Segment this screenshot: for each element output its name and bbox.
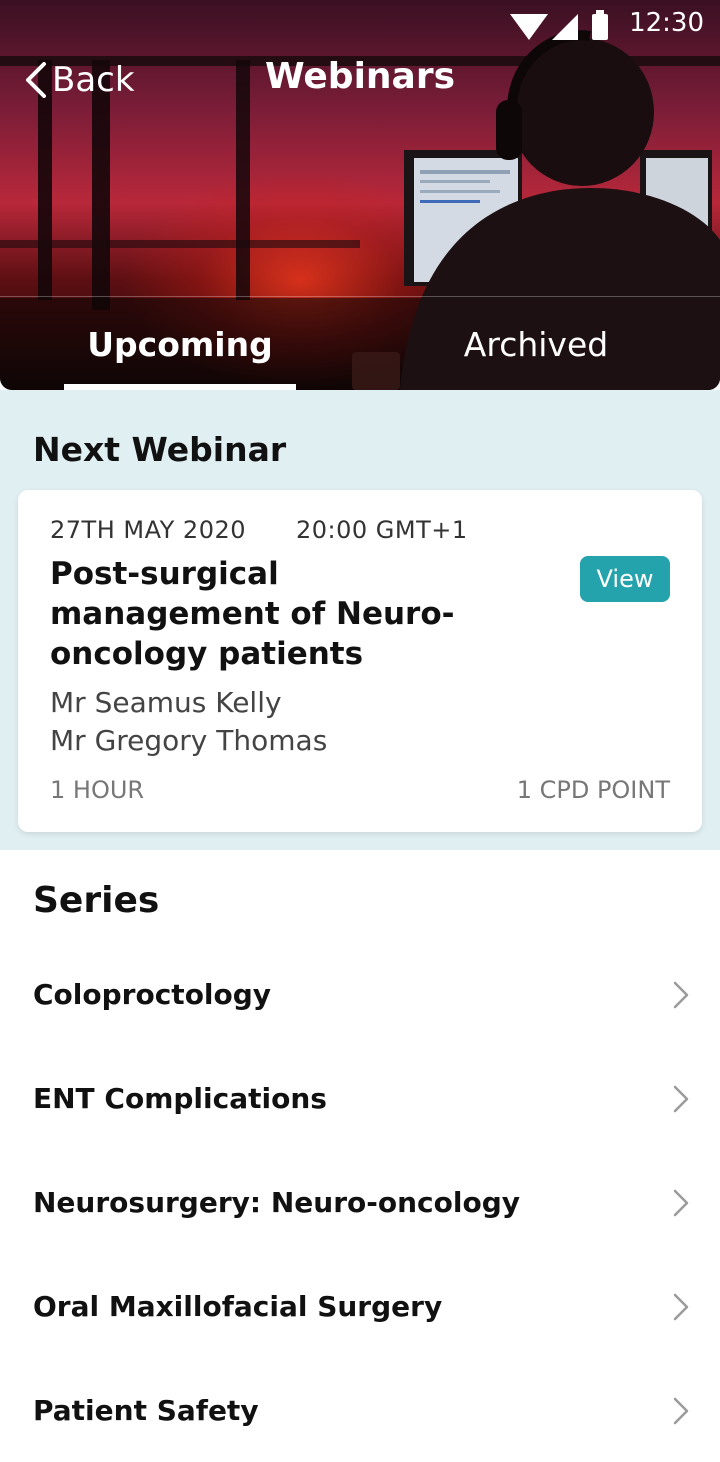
hero-header: 12:30 Back Webinars Upcoming Archived: [0, 0, 720, 390]
tab-bar: Upcoming Archived: [0, 296, 720, 390]
series-item-label: Neurosurgery: Neuro-oncology: [33, 1185, 521, 1219]
webinar-time: 20:00 GMT+1: [296, 516, 468, 544]
signal-icon: [552, 14, 578, 40]
next-webinar-section: Next Webinar 27TH MAY 2020 20:00 GMT+1 P…: [0, 390, 720, 850]
tab-upcoming[interactable]: Upcoming: [64, 297, 296, 390]
series-item-ent-complications[interactable]: ENT Complications: [0, 1046, 720, 1150]
series-item-label: Patient Safety: [33, 1393, 259, 1427]
status-icons: [510, 10, 608, 40]
series-item-label: ENT Complications: [33, 1081, 327, 1115]
webinar-title: Post-surgical management of Neuro-oncolo…: [50, 556, 455, 672]
chevron-right-icon: [673, 1293, 689, 1321]
chevron-right-icon: [673, 981, 689, 1009]
chevron-right-icon: [673, 1397, 689, 1425]
series-item-neurosurgery-neuro-oncology[interactable]: Neurosurgery: Neuro-oncology: [0, 1150, 720, 1254]
series-item-label: Oral Maxillofacial Surgery: [33, 1289, 443, 1323]
view-button[interactable]: View: [580, 556, 670, 602]
speaker-name: Mr Gregory Thomas: [50, 724, 328, 757]
webinar-date: 27TH MAY 2020: [50, 516, 247, 544]
chevron-right-icon: [673, 1189, 689, 1217]
series-item-oral-maxillofacial-surgery[interactable]: Oral Maxillofacial Surgery: [0, 1254, 720, 1358]
status-bar: 12:30: [0, 0, 720, 48]
page-title: Webinars: [264, 56, 456, 97]
status-time: 12:30: [629, 8, 704, 38]
series-item-coloproctology[interactable]: Coloproctology: [0, 942, 720, 1046]
series-heading: Series: [33, 880, 160, 921]
speaker-name: Mr Seamus Kelly: [50, 686, 282, 719]
series-item-label: Coloproctology: [33, 977, 272, 1011]
battery-icon: [592, 10, 608, 40]
webinar-cpd-points: 1 CPD POINT: [516, 776, 670, 804]
wifi-icon: [510, 14, 548, 40]
chevron-right-icon: [673, 1085, 689, 1113]
tab-archived[interactable]: Archived: [420, 297, 652, 390]
next-webinar-heading: Next Webinar: [33, 430, 287, 469]
series-item-patient-safety[interactable]: Patient Safety: [0, 1358, 720, 1462]
webinar-duration: 1 HOUR: [50, 776, 145, 804]
next-webinar-card[interactable]: 27TH MAY 2020 20:00 GMT+1 Post-surgical …: [18, 490, 702, 832]
